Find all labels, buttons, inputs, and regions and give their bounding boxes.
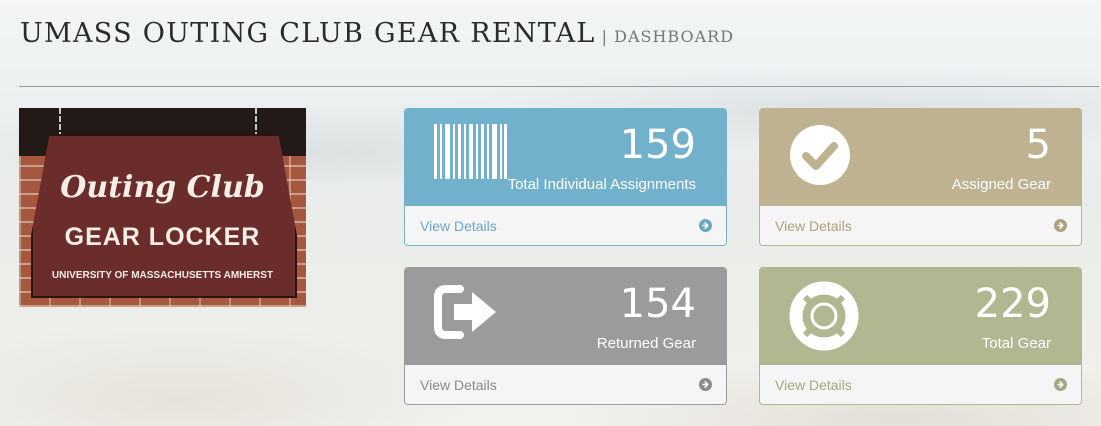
total-gear-panel: 229 Total Gear View Details — [759, 267, 1082, 405]
arrow-circle-right-icon — [1054, 378, 1067, 391]
view-details-link[interactable]: View Details — [405, 206, 726, 245]
page-header: UMASS OUTING CLUB GEAR RENTAL | DASHBOARD — [20, 18, 734, 49]
chain-right — [255, 108, 263, 138]
gear-locker-sign-image: Outing Club GEAR LOCKER UNIVERSITY OF MA… — [19, 108, 306, 307]
barcode-icon — [434, 124, 507, 179]
view-details-link[interactable]: View Details — [760, 206, 1081, 245]
view-details-link[interactable]: View Details — [760, 365, 1081, 404]
returned-gear-label: Returned Gear — [596, 335, 696, 352]
sign-line-3: UNIVERSITY OF MASSACHUSETTS AMHERST — [51, 270, 274, 281]
check-circle-icon — [790, 125, 850, 185]
panel-heading: 5 Assigned Gear — [760, 109, 1081, 206]
view-details-label: View Details — [775, 377, 852, 393]
page-subtitle: | DASHBOARD — [601, 27, 735, 46]
header-divider — [19, 86, 1099, 87]
view-details-label: View Details — [420, 218, 497, 234]
life-ring-icon — [789, 281, 859, 351]
sign-line-2: GEAR LOCKER — [64, 223, 261, 251]
total-gear-count: 229 — [974, 281, 1051, 327]
panel-heading: 154 Returned Gear — [405, 268, 726, 365]
assigned-gear-label: Assigned Gear — [951, 176, 1051, 193]
assigned-gear-count: 5 — [1025, 122, 1051, 168]
assignments-label: Total Individual Assignments — [507, 176, 696, 193]
view-details-label: View Details — [775, 218, 852, 234]
total-gear-label: Total Gear — [981, 335, 1051, 352]
view-details-link[interactable]: View Details — [405, 365, 726, 404]
total-assignments-panel: 159 Total Individual Assignments View De… — [404, 108, 727, 246]
sign-line-1: Outing Club — [60, 170, 265, 205]
arrow-circle-right-icon — [699, 219, 712, 232]
assigned-gear-panel: 5 Assigned Gear View Details — [759, 108, 1082, 246]
sign-out-icon — [434, 285, 496, 339]
assignments-count: 159 — [619, 122, 696, 168]
page-title: UMASS OUTING CLUB GEAR RENTAL — [20, 18, 596, 49]
panel-heading: 159 Total Individual Assignments — [405, 109, 726, 206]
view-details-label: View Details — [420, 377, 497, 393]
arrow-circle-right-icon — [1054, 219, 1067, 232]
arrow-circle-right-icon — [699, 378, 712, 391]
returned-gear-count: 154 — [619, 281, 696, 327]
returned-gear-panel: 154 Returned Gear View Details — [404, 267, 727, 405]
panel-heading: 229 Total Gear — [760, 268, 1081, 365]
chain-left — [59, 108, 67, 138]
